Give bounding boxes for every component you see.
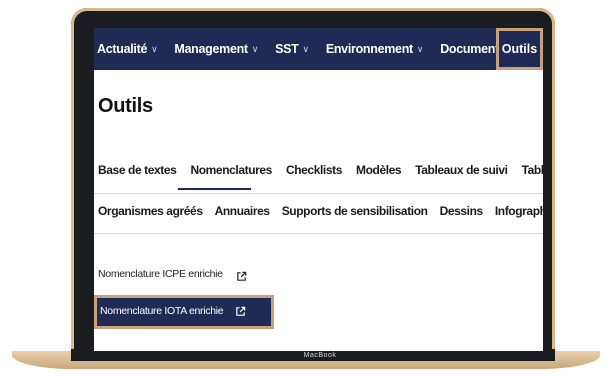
- link-iota[interactable]: Nomenclature IOTA enrichie: [94, 295, 274, 329]
- tab-checklists[interactable]: Checklists: [286, 163, 342, 177]
- tab-supports-de-sensibilisation[interactable]: Supports de sensibilisation: [282, 204, 428, 218]
- chevron-down-icon: ∨: [251, 43, 259, 54]
- divider: [94, 233, 543, 234]
- nav-item-environnement[interactable]: Environnement ∨: [326, 42, 424, 56]
- primary-tabs: Base de textes Nomenclatures Checklists Mod…: [98, 163, 543, 177]
- external-link-icon[interactable]: [235, 306, 246, 317]
- tab-tableaux-de-suivi[interactable]: Tableaux de suivi: [415, 163, 508, 177]
- chevron-down-icon: ∨: [416, 43, 424, 54]
- top-navigation: Actualité ∨ Management ∨ SST ∨ Environnemen…: [94, 28, 543, 70]
- page-title: Outils: [98, 95, 153, 117]
- nav-item-actualite[interactable]: Actualité ∨: [97, 42, 158, 56]
- active-tab-indicator: [178, 188, 251, 190]
- tab-annuaires[interactable]: Annuaires: [215, 204, 270, 218]
- tab-infographies[interactable]: Infographies: [495, 204, 543, 218]
- link-icpe[interactable]: Nomenclature ICPE enrichie: [98, 268, 223, 280]
- divider: [94, 193, 543, 194]
- tab-modeles[interactable]: Modèles: [356, 163, 402, 177]
- nav-item-sst[interactable]: SST ∨: [275, 42, 309, 56]
- tab-nomenclatures[interactable]: Nomenclatures: [190, 163, 272, 177]
- screen: Actualité ∨ Management ∨ SST ∨ Environnemen…: [94, 28, 543, 351]
- tab-base-de-textes[interactable]: Base de textes: [98, 163, 177, 177]
- external-link-icon[interactable]: [236, 271, 247, 282]
- secondary-tabs: Organismes agréés Annuaires Supports de se…: [98, 204, 543, 218]
- tab-organismes-agrees[interactable]: Organismes agréés: [98, 204, 203, 218]
- tab-tableaux-recap[interactable]: Tableaux réc: [522, 163, 543, 177]
- chevron-down-icon: ∨: [151, 43, 158, 54]
- tab-dessins[interactable]: Dessins: [440, 204, 484, 218]
- nav-item-management[interactable]: Management ∨: [174, 42, 258, 56]
- laptop-brand: MacBook: [303, 352, 337, 359]
- chevron-down-icon: ∨: [302, 43, 310, 54]
- nav-item-outils[interactable]: Outils: [496, 28, 543, 70]
